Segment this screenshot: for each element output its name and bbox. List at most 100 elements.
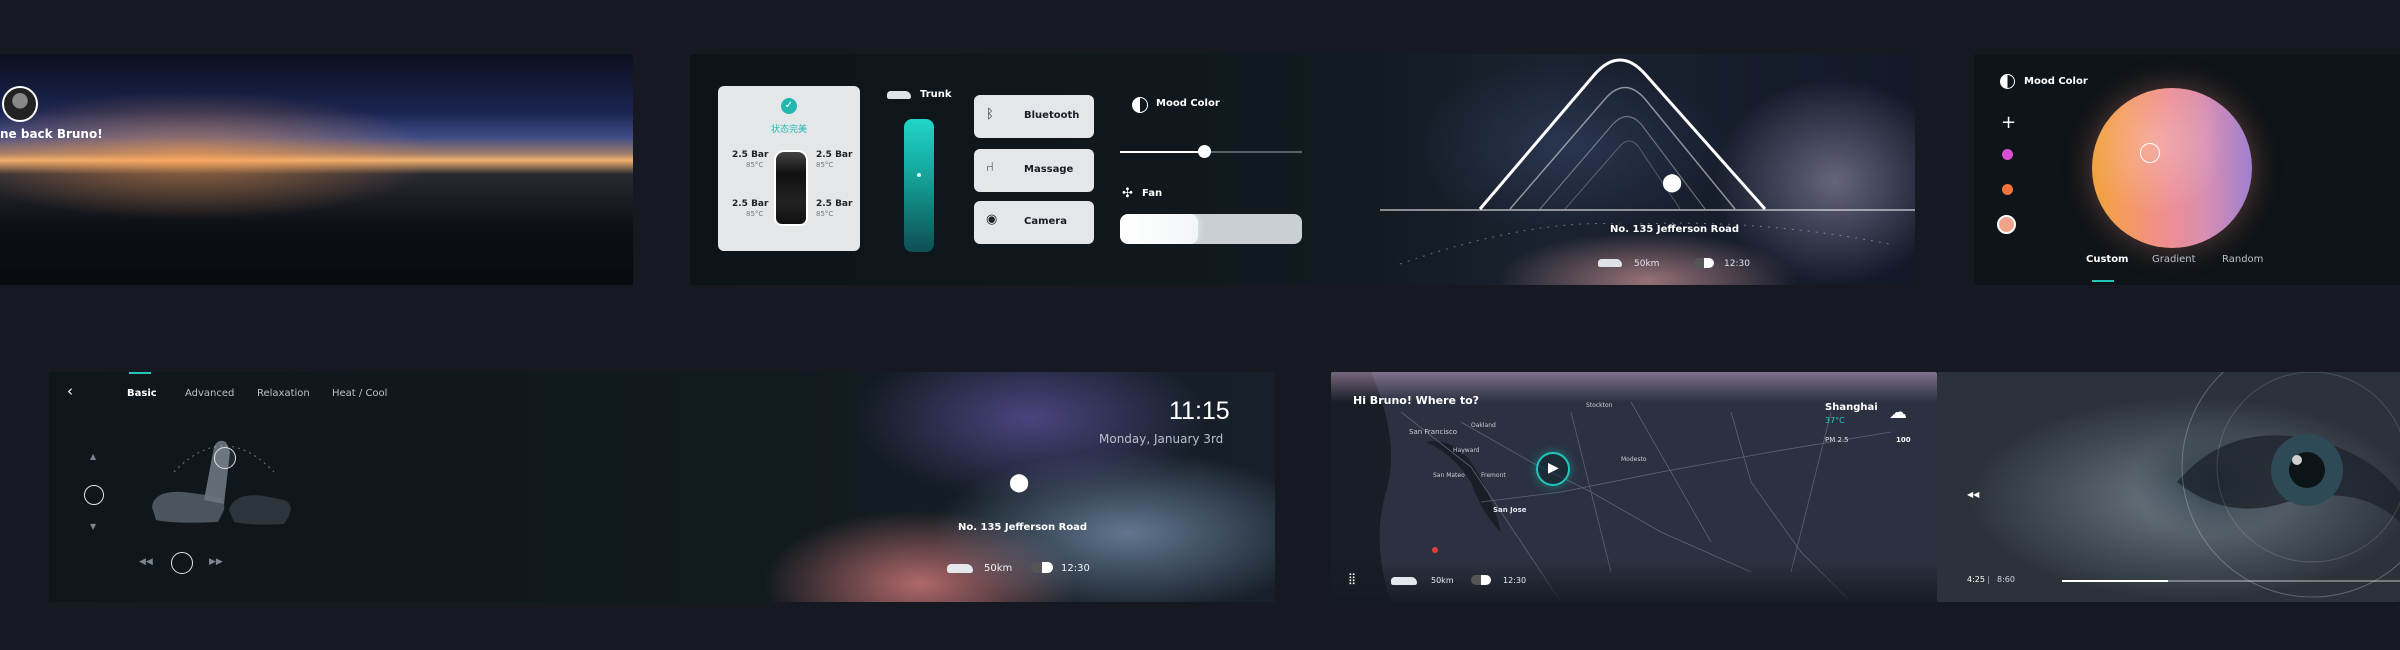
fan-icon: ✣	[1122, 186, 1133, 201]
welcome-greeting: ne back Bruno!	[0, 127, 103, 141]
up-arrow-icon[interactable]: ▲	[90, 452, 96, 461]
color-sphere[interactable]	[2092, 88, 2252, 248]
camera-button[interactable]: ◉ Camera	[974, 201, 1094, 244]
place-san-francisco: San Francisco	[1409, 428, 1458, 436]
color-swatch-orange[interactable]	[2002, 184, 2013, 195]
nav-address: No. 135 Jefferson Road	[1610, 224, 1740, 235]
place-hayward: Hayward	[1453, 447, 1480, 454]
clock-icon	[1471, 575, 1491, 585]
mood-title: Mood Color	[2024, 76, 2088, 87]
road-arcs-graphic	[1380, 58, 1915, 265]
map-greeting: Hi Bruno! Where to?	[1353, 394, 1480, 407]
place-stockton: Stockton	[1586, 402, 1613, 409]
map-distance: 50km	[1431, 576, 1454, 585]
nav-distance: 50km	[1634, 259, 1660, 269]
video-progress-fill	[2062, 580, 2168, 582]
seat-height-knob[interactable]	[84, 485, 104, 505]
nav-distance: 50km	[984, 563, 1013, 574]
seat-illustration	[152, 440, 291, 525]
cloud-icon: ☁	[1889, 402, 1907, 423]
pm-label: PM 2.5	[1825, 436, 1849, 444]
bluetooth-label: Bluetooth	[1024, 110, 1080, 121]
camera-icon: ◉	[986, 212, 998, 227]
place-modesto: Modesto	[1621, 456, 1647, 463]
forward-icon[interactable]: ▶▶	[209, 557, 223, 567]
car-icon	[887, 91, 911, 99]
tire-fl-pressure: 2.5 Bar	[732, 150, 769, 160]
mood-slider-track[interactable]	[1120, 151, 1302, 153]
down-arrow-icon[interactable]: ▼	[90, 522, 96, 531]
apps-grid-icon[interactable]: ⣿	[1348, 572, 1356, 585]
rewind-icon[interactable]: ◀◀	[139, 557, 153, 567]
place-fremont: Fremont	[1481, 472, 1506, 479]
rewind-icon[interactable]: ◀◀	[1967, 490, 1979, 499]
tab-gradient[interactable]: Gradient	[2152, 254, 2196, 265]
add-color-button[interactable]: +	[2001, 112, 2016, 133]
massage-label: Massage	[1024, 164, 1074, 175]
nav-eta: 12:30	[1724, 259, 1750, 269]
back-chevron-icon[interactable]: ‹	[67, 382, 73, 400]
camera-label: Camera	[1024, 216, 1067, 227]
tire-fr-temp: 85°C	[816, 161, 834, 169]
clock-date: Monday, January 3rd	[1099, 432, 1224, 446]
tab-basic[interactable]: Basic	[127, 388, 157, 399]
play-icon: ▶	[1548, 460, 1559, 476]
car-icon	[1598, 259, 1622, 267]
clock-time: 11:15	[1169, 397, 1230, 425]
tire-rl-pressure: 2.5 Bar	[732, 199, 769, 209]
pm-value: 100	[1896, 436, 1911, 444]
nav-address: No. 135 Jefferson Road	[958, 522, 1088, 533]
clock-icon	[1031, 562, 1053, 573]
avatar[interactable]	[2, 86, 38, 122]
color-picker-ring[interactable]	[2140, 143, 2160, 163]
weather-city: Shanghai	[1825, 402, 1878, 413]
car-icon	[947, 564, 973, 573]
map-eta: 12:30	[1503, 576, 1527, 585]
face-scan-panel: ◀◀ 4:25 | 8:60	[1937, 372, 2400, 602]
tab-custom[interactable]: Custom	[2086, 254, 2128, 265]
tab-heat-cool[interactable]: Heat / Cool	[332, 388, 387, 399]
mood-color-label: Mood Color	[1156, 98, 1220, 109]
place-san-mateo: San Mateo	[1433, 472, 1465, 479]
fan-slider[interactable]	[1120, 214, 1302, 244]
tab-random[interactable]: Random	[2222, 254, 2263, 265]
tab-relaxation[interactable]: Relaxation	[257, 388, 310, 399]
bluetooth-icon: ᛒ	[986, 107, 994, 122]
car-icon	[1391, 577, 1417, 585]
tab-active-indicator	[129, 372, 151, 374]
color-swatch-magenta[interactable]	[2002, 149, 2013, 160]
seat-recline-knob[interactable]	[214, 447, 236, 469]
play-button[interactable]: ▶	[1536, 452, 1570, 486]
nav-eta: 12:30	[1061, 563, 1090, 574]
eye-graphic	[2177, 372, 2400, 598]
color-swatch-peach[interactable]	[1997, 215, 2016, 234]
trunk-label: Trunk	[920, 89, 952, 100]
mood-slider-knob[interactable]	[1198, 145, 1211, 158]
car-top-view	[774, 150, 808, 226]
tire-rr-temp: 85°C	[816, 210, 834, 218]
tire-fr-pressure: 2.5 Bar	[816, 150, 853, 160]
tire-fl-temp: 85°C	[746, 161, 764, 169]
palette-icon	[2000, 74, 2015, 89]
seat-icon: ⑁	[986, 160, 994, 175]
welcome-panel: ne back Bruno!	[0, 54, 633, 285]
weather-temp: 37°C	[1825, 416, 1845, 425]
check-icon: ✓	[781, 98, 797, 114]
bluetooth-button[interactable]: ᛒ Bluetooth	[974, 95, 1094, 138]
video-elapsed: 4:25	[1967, 575, 1985, 584]
trunk-slider-knob[interactable]	[917, 173, 921, 177]
tab-advanced[interactable]: Advanced	[185, 388, 234, 399]
tab-active-indicator	[2092, 280, 2114, 282]
place-san-jose: San Jose	[1493, 506, 1527, 514]
massage-button[interactable]: ⑁ Massage	[974, 149, 1094, 192]
map-panel: Hi Bruno! Where to? San Francisco San Ma…	[1331, 372, 1937, 602]
seat-panel: ‹ Basic Advanced Relaxation Heat / Cool …	[49, 372, 1275, 602]
palette-icon	[1132, 97, 1148, 113]
vehicle-control-panel: ✓ 状态完美 2.5 Bar 85°C 2.5 Bar 85°C 2.5 Bar…	[690, 54, 1915, 285]
video-total: 8:60	[1997, 575, 2015, 584]
tire-rl-temp: 85°C	[746, 210, 764, 218]
tire-status-card[interactable]: ✓ 状态完美 2.5 Bar 85°C 2.5 Bar 85°C 2.5 Bar…	[718, 86, 860, 251]
trunk-slider[interactable]	[904, 119, 934, 252]
seat-slide-knob[interactable]	[171, 552, 193, 574]
tire-rr-pressure: 2.5 Bar	[816, 199, 853, 209]
